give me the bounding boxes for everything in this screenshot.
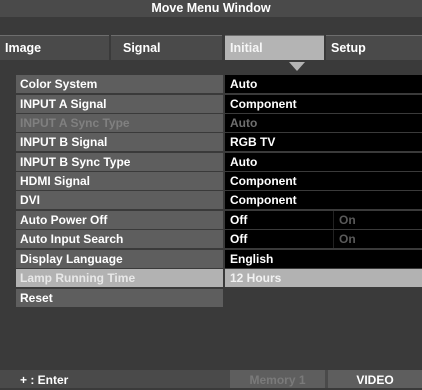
menu-row-color-system[interactable]: Color System Auto	[16, 75, 422, 94]
status-footer: + : Enter Memory 1 VIDEO	[0, 370, 422, 388]
option-off[interactable]: Off	[230, 213, 247, 227]
osd-menu: Move Menu Window Image Signal Initial Se…	[0, 0, 422, 388]
row-label: HDMI Signal	[16, 172, 223, 190]
row-value[interactable]: RGB TV	[225, 133, 422, 151]
enter-hint: + : Enter	[20, 373, 69, 387]
window-title: Move Menu Window	[0, 0, 422, 17]
option-off[interactable]: Off	[230, 232, 247, 246]
row-value: Auto	[225, 114, 422, 132]
option-on[interactable]: On	[333, 211, 422, 229]
row-value[interactable]: Component	[225, 191, 422, 209]
row-value: 12 Hours	[225, 269, 422, 287]
row-value[interactable]: Auto	[225, 75, 422, 93]
menu-row-hdmi-signal[interactable]: HDMI Signal Component	[16, 172, 422, 191]
row-value[interactable]: Component	[225, 172, 422, 190]
menu-row-auto-input-search[interactable]: Auto Input Search Off On	[16, 230, 422, 249]
row-label: DVI	[16, 191, 223, 209]
row-label: Auto Power Off	[16, 211, 223, 229]
row-label: Reset	[16, 289, 223, 307]
menu-row-reset[interactable]: Reset	[16, 289, 422, 308]
tab-image[interactable]: Image	[0, 35, 109, 60]
input-source-indicator: VIDEO	[328, 370, 422, 388]
menu-row-input-b-signal[interactable]: INPUT B Signal RGB TV	[16, 133, 422, 152]
row-value[interactable]: Component	[225, 95, 422, 113]
row-value[interactable]: Off On	[225, 211, 422, 229]
row-value[interactable]: Off On	[225, 230, 422, 248]
menu-row-display-language[interactable]: Display Language English	[16, 250, 422, 269]
row-label: Lamp Running Time	[16, 269, 223, 287]
row-label: INPUT A Signal	[16, 95, 223, 113]
menu-row-input-a-signal[interactable]: INPUT A Signal Component	[16, 95, 422, 114]
tab-signal[interactable]: Signal	[111, 35, 222, 60]
memory-indicator: Memory 1	[230, 370, 325, 388]
tab-bar: Image Signal Initial Setup	[0, 17, 422, 62]
tab-setup[interactable]: Setup	[326, 35, 422, 60]
row-label: INPUT B Signal	[16, 133, 223, 151]
menu-row-dvi[interactable]: DVI Component	[16, 191, 422, 210]
menu-row-input-a-sync-type: INPUT A Sync Type Auto	[16, 114, 422, 133]
tab-initial[interactable]: Initial	[225, 35, 324, 60]
row-label: INPUT B Sync Type	[16, 153, 223, 171]
row-value[interactable]: Auto	[225, 153, 422, 171]
row-value[interactable]: English	[225, 250, 422, 268]
row-label: Color System	[16, 75, 223, 93]
active-tab-pointer-icon	[289, 62, 305, 71]
menu-row-lamp-running-time[interactable]: Lamp Running Time 12 Hours	[16, 269, 422, 288]
row-label: Auto Input Search	[16, 230, 223, 248]
menu-row-input-b-sync-type[interactable]: INPUT B Sync Type Auto	[16, 153, 422, 172]
menu-row-auto-power-off[interactable]: Auto Power Off Off On	[16, 211, 422, 230]
row-value	[225, 289, 422, 307]
option-on[interactable]: On	[333, 230, 422, 248]
row-label: Display Language	[16, 250, 223, 268]
row-label: INPUT A Sync Type	[16, 114, 223, 132]
